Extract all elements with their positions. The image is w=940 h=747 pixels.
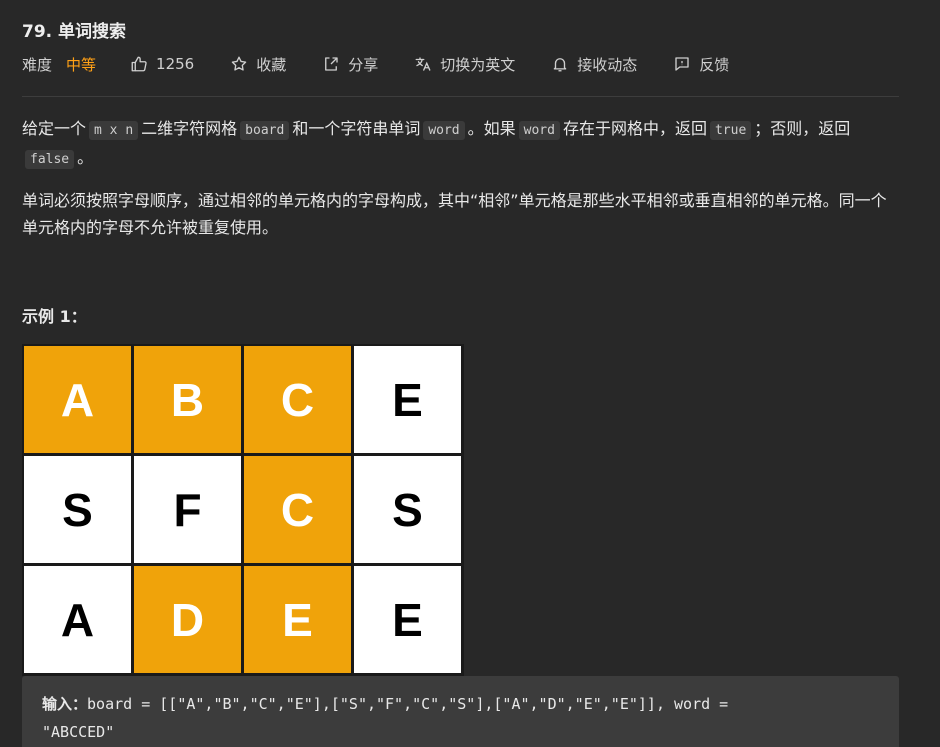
share-label: 分享 <box>348 55 379 74</box>
favorite-button[interactable]: 收藏 <box>230 54 286 75</box>
description-paragraph-1: 给定一个 m x n 二维字符网格 board 和一个字符串单词 word 。如果 word 存… <box>22 115 902 173</box>
difficulty-label: 难度 <box>22 55 53 74</box>
thumbs-up-icon <box>130 55 148 73</box>
share-icon <box>322 55 340 73</box>
board-cell: B <box>134 346 241 453</box>
board-cell: S <box>24 456 131 563</box>
board-cell: A <box>24 566 131 673</box>
problem-title: 79. 单词搜索 <box>22 22 127 42</box>
board-cell: E <box>244 566 351 673</box>
difficulty-value: 中等 <box>66 55 97 74</box>
desc-text: 。如果 <box>467 119 516 138</box>
star-icon <box>230 55 248 73</box>
board-cell: F <box>134 456 241 563</box>
bell-icon <box>551 55 569 73</box>
board-cell: C <box>244 456 351 563</box>
inline-code: false <box>25 150 75 169</box>
board-cell: A <box>24 346 131 453</box>
example-io-box: 输入：board = [["A","B","C","E"],["S","F","… <box>22 676 899 747</box>
input-text: board = [["A","B","C","E"],["S","F","C",… <box>87 695 729 713</box>
desc-text: 存在于网格中，返回 <box>562 119 707 138</box>
desc-text: ；否则，返回 <box>754 119 851 138</box>
inline-code: word <box>423 121 465 140</box>
problem-meta-bar: 难度 中等 1256 收藏 分享 切换为英文 接收动态 反馈 <box>22 53 765 75</box>
input-text-continued: "ABCCED" <box>42 723 115 741</box>
subscribe-button[interactable]: 接收动态 <box>551 54 637 75</box>
feedback-button[interactable]: 反馈 <box>673 54 729 75</box>
description-paragraph-2: 单词必须按照字母顺序，通过相邻的单元格内的字母构成，其中“相邻”单元格是那些水平… <box>22 191 887 237</box>
feedback-icon <box>673 55 691 73</box>
like-button[interactable]: 1256 <box>130 55 194 73</box>
subscribe-label: 接收动态 <box>577 55 638 74</box>
inline-code: true <box>709 121 752 140</box>
board-cell: E <box>354 566 461 673</box>
translate-icon <box>414 55 432 73</box>
problem-page: 79. 单词搜索 难度 中等 1256 收藏 分享 切换为英文 接收动态 反馈 … <box>0 0 940 747</box>
board-cell: S <box>354 456 461 563</box>
board-cell: C <box>244 346 351 453</box>
favorite-label: 收藏 <box>256 55 287 74</box>
share-button[interactable]: 分享 <box>322 54 378 75</box>
translate-button[interactable]: 切换为英文 <box>414 54 515 75</box>
desc-text: 给定一个 <box>22 119 87 138</box>
board-cell: D <box>134 566 241 673</box>
inline-code: board <box>240 121 290 140</box>
inline-code: m x n <box>89 121 139 140</box>
input-label: 输入： <box>42 695 88 713</box>
board-cell: E <box>354 346 461 453</box>
feedback-label: 反馈 <box>699 55 730 74</box>
example-board-image: ABCESFCSADEE <box>22 344 464 676</box>
header-divider <box>22 96 899 97</box>
desc-text: 和一个字符串单词 <box>292 119 421 138</box>
inline-code: word <box>518 121 560 140</box>
example-title: 示例 1： <box>22 307 87 326</box>
translate-label: 切换为英文 <box>440 55 516 74</box>
desc-text: 二维字符网格 <box>141 119 238 138</box>
like-count: 1256 <box>156 55 195 73</box>
desc-text: 。 <box>77 148 94 167</box>
